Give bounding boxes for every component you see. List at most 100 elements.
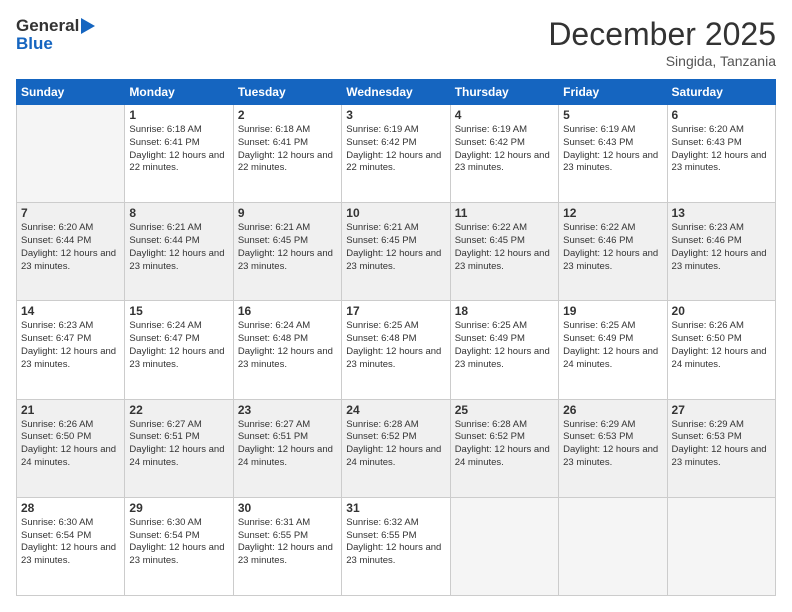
day-number: 18 xyxy=(455,304,554,318)
day-number: 9 xyxy=(238,206,337,220)
calendar-day-header: Monday xyxy=(125,80,233,105)
cell-info: Sunrise: 6:30 AM Sunset: 6:54 PM Dayligh… xyxy=(21,517,120,568)
calendar-table: SundayMondayTuesdayWednesdayThursdayFrid… xyxy=(16,79,776,596)
cell-info: Sunrise: 6:29 AM Sunset: 6:53 PM Dayligh… xyxy=(563,419,662,470)
day-number: 29 xyxy=(129,501,228,515)
day-number: 8 xyxy=(129,206,228,220)
calendar-week-row: 1 Sunrise: 6:18 AM Sunset: 6:41 PM Daylig… xyxy=(17,105,776,203)
day-number: 28 xyxy=(21,501,120,515)
day-number: 17 xyxy=(346,304,445,318)
calendar-cell: 22Sunrise: 6:27 AM Sunset: 6:51 PM Dayli… xyxy=(125,399,233,497)
cell-info: Sunrise: 6:20 AM Sunset: 6:44 PM Dayligh… xyxy=(21,222,120,273)
logo-triangle-icon xyxy=(81,18,95,34)
cell-info: Sunrise: 6:26 AM Sunset: 6:50 PM Dayligh… xyxy=(21,419,120,470)
cell-info: Sunrise: 6:27 AM Sunset: 6:51 PM Dayligh… xyxy=(238,419,337,470)
day-number: 23 xyxy=(238,403,337,417)
calendar-cell xyxy=(667,497,775,595)
calendar-cell: 30Sunrise: 6:31 AM Sunset: 6:55 PM Dayli… xyxy=(233,497,341,595)
calendar-cell: 11Sunrise: 6:22 AM Sunset: 6:45 PM Dayli… xyxy=(450,203,558,301)
calendar-cell: 24 Sunrise: 6:28 AM Sunset: 6:52 PM Dayli… xyxy=(342,399,450,497)
calendar-cell: 12 Sunrise: 6:22 AM Sunset: 6:46 PM Dayli… xyxy=(559,203,667,301)
day-number: 6 xyxy=(672,108,771,122)
calendar-cell: 20 Sunrise: 6:26 AM Sunset: 6:50 PM Dayli… xyxy=(667,301,775,399)
cell-info: Sunrise: 6:19 AM Sunset: 6:42 PM Dayligh… xyxy=(455,124,554,175)
calendar-cell: 5 Sunrise: 6:19 AM Sunset: 6:43 PM Daylig… xyxy=(559,105,667,203)
cell-info: Sunrise: 6:29 AM Sunset: 6:53 PM Dayligh… xyxy=(672,419,771,470)
cell-info: Sunrise: 6:25 AM Sunset: 6:49 PM Dayligh… xyxy=(455,320,554,371)
day-number: 24 xyxy=(346,403,445,417)
calendar-cell: 17 Sunrise: 6:25 AM Sunset: 6:48 PM Dayli… xyxy=(342,301,450,399)
calendar-week-row: 14Sunrise: 6:23 AM Sunset: 6:47 PM Dayli… xyxy=(17,301,776,399)
calendar-cell xyxy=(559,497,667,595)
calendar-cell: 18 Sunrise: 6:25 AM Sunset: 6:49 PM Dayli… xyxy=(450,301,558,399)
calendar-cell: 8Sunrise: 6:21 AM Sunset: 6:44 PM Daylig… xyxy=(125,203,233,301)
day-number: 3 xyxy=(346,108,445,122)
day-number: 22 xyxy=(129,403,228,417)
cell-info: Sunrise: 6:22 AM Sunset: 6:45 PM Dayligh… xyxy=(455,222,554,273)
calendar-cell: 26 Sunrise: 6:29 AM Sunset: 6:53 PM Dayli… xyxy=(559,399,667,497)
calendar-day-header: Thursday xyxy=(450,80,558,105)
calendar-cell: 14Sunrise: 6:23 AM Sunset: 6:47 PM Dayli… xyxy=(17,301,125,399)
calendar-cell: 2 Sunrise: 6:18 AM Sunset: 6:41 PM Daylig… xyxy=(233,105,341,203)
cell-info: Sunrise: 6:22 AM Sunset: 6:46 PM Dayligh… xyxy=(563,222,662,273)
calendar-cell: 4 Sunrise: 6:19 AM Sunset: 6:42 PM Daylig… xyxy=(450,105,558,203)
header: General Blue December 2025 Singida, Tanz… xyxy=(16,16,776,69)
cell-info: Sunrise: 6:20 AM Sunset: 6:43 PM Dayligh… xyxy=(672,124,771,175)
calendar-cell: 28 Sunrise: 6:30 AM Sunset: 6:54 PM Dayli… xyxy=(17,497,125,595)
day-number: 20 xyxy=(672,304,771,318)
calendar-day-header: Sunday xyxy=(17,80,125,105)
calendar-cell: 15Sunrise: 6:24 AM Sunset: 6:47 PM Dayli… xyxy=(125,301,233,399)
day-number: 4 xyxy=(455,108,554,122)
day-number: 13 xyxy=(672,206,771,220)
day-number: 30 xyxy=(238,501,337,515)
day-number: 5 xyxy=(563,108,662,122)
calendar-cell: 9 Sunrise: 6:21 AM Sunset: 6:45 PM Daylig… xyxy=(233,203,341,301)
day-number: 2 xyxy=(238,108,337,122)
calendar-cell: 13 Sunrise: 6:23 AM Sunset: 6:46 PM Dayli… xyxy=(667,203,775,301)
cell-info: Sunrise: 6:21 AM Sunset: 6:45 PM Dayligh… xyxy=(238,222,337,273)
calendar-cell: 29 Sunrise: 6:30 AM Sunset: 6:54 PM Dayli… xyxy=(125,497,233,595)
day-number: 12 xyxy=(563,206,662,220)
day-number: 25 xyxy=(455,403,554,417)
logo-container: General Blue xyxy=(16,16,95,55)
location-subtitle: Singida, Tanzania xyxy=(548,53,776,69)
calendar-cell: 31Sunrise: 6:32 AM Sunset: 6:55 PM Dayli… xyxy=(342,497,450,595)
calendar-day-header: Friday xyxy=(559,80,667,105)
calendar-cell: 23 Sunrise: 6:27 AM Sunset: 6:51 PM Dayli… xyxy=(233,399,341,497)
calendar-cell: 1 Sunrise: 6:18 AM Sunset: 6:41 PM Daylig… xyxy=(125,105,233,203)
cell-info: Sunrise: 6:19 AM Sunset: 6:43 PM Dayligh… xyxy=(563,124,662,175)
calendar-cell xyxy=(17,105,125,203)
cell-info: Sunrise: 6:25 AM Sunset: 6:49 PM Dayligh… xyxy=(563,320,662,371)
cell-info: Sunrise: 6:24 AM Sunset: 6:47 PM Dayligh… xyxy=(129,320,228,371)
calendar-day-header: Saturday xyxy=(667,80,775,105)
calendar-cell: 3 Sunrise: 6:19 AM Sunset: 6:42 PM Daylig… xyxy=(342,105,450,203)
day-number: 10 xyxy=(346,206,445,220)
cell-info: Sunrise: 6:28 AM Sunset: 6:52 PM Dayligh… xyxy=(346,419,445,470)
calendar-day-header: Wednesday xyxy=(342,80,450,105)
day-number: 16 xyxy=(238,304,337,318)
cell-info: Sunrise: 6:30 AM Sunset: 6:54 PM Dayligh… xyxy=(129,517,228,568)
page: General Blue December 2025 Singida, Tanz… xyxy=(0,0,792,612)
cell-info: Sunrise: 6:28 AM Sunset: 6:52 PM Dayligh… xyxy=(455,419,554,470)
day-number: 7 xyxy=(21,206,120,220)
day-number: 26 xyxy=(563,403,662,417)
title-block: December 2025 Singida, Tanzania xyxy=(548,16,776,69)
day-number: 1 xyxy=(129,108,228,122)
calendar-cell: 27Sunrise: 6:29 AM Sunset: 6:53 PM Dayli… xyxy=(667,399,775,497)
calendar-cell: 19 Sunrise: 6:25 AM Sunset: 6:49 PM Dayli… xyxy=(559,301,667,399)
cell-info: Sunrise: 6:21 AM Sunset: 6:45 PM Dayligh… xyxy=(346,222,445,273)
calendar-week-row: 7 Sunrise: 6:20 AM Sunset: 6:44 PM Daylig… xyxy=(17,203,776,301)
cell-info: Sunrise: 6:26 AM Sunset: 6:50 PM Dayligh… xyxy=(672,320,771,371)
calendar-day-header: Tuesday xyxy=(233,80,341,105)
cell-info: Sunrise: 6:23 AM Sunset: 6:46 PM Dayligh… xyxy=(672,222,771,273)
calendar-week-row: 28 Sunrise: 6:30 AM Sunset: 6:54 PM Dayli… xyxy=(17,497,776,595)
calendar-header-row: SundayMondayTuesdayWednesdayThursdayFrid… xyxy=(17,80,776,105)
cell-info: Sunrise: 6:19 AM Sunset: 6:42 PM Dayligh… xyxy=(346,124,445,175)
cell-info: Sunrise: 6:18 AM Sunset: 6:41 PM Dayligh… xyxy=(129,124,228,175)
cell-info: Sunrise: 6:18 AM Sunset: 6:41 PM Dayligh… xyxy=(238,124,337,175)
calendar-cell: 7 Sunrise: 6:20 AM Sunset: 6:44 PM Daylig… xyxy=(17,203,125,301)
cell-info: Sunrise: 6:25 AM Sunset: 6:48 PM Dayligh… xyxy=(346,320,445,371)
month-title: December 2025 xyxy=(548,16,776,53)
day-number: 19 xyxy=(563,304,662,318)
logo-blue-text: Blue xyxy=(16,34,95,54)
